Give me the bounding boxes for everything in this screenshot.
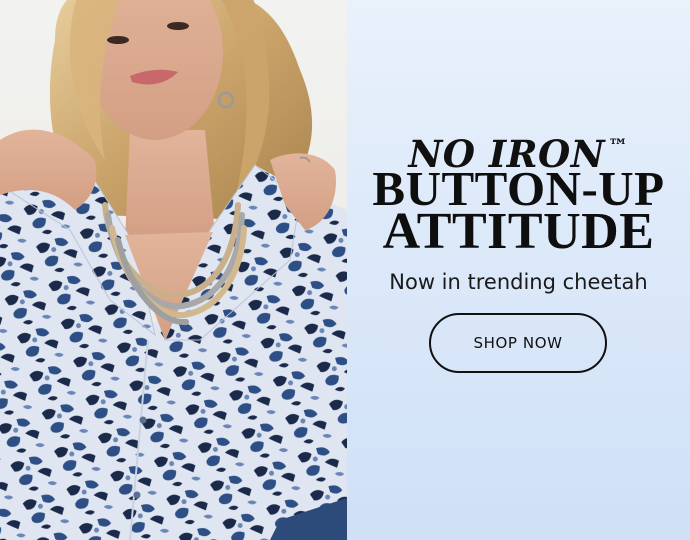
shop-now-button[interactable]: SHOP NOW: [429, 313, 607, 373]
promo-banner[interactable]: NO IRON ™ BUTTON-UP ATTITUDE Now in trend…: [0, 0, 690, 540]
subheadline: Now in trending cheetah: [389, 270, 648, 294]
promo-panel: NO IRON ™ BUTTON-UP ATTITUDE Now in trend…: [347, 0, 690, 540]
model-illustration: [0, 0, 347, 540]
model-photo: [0, 0, 347, 540]
headline-attitude: ATTITUDE: [382, 203, 655, 260]
trademark-symbol: ™: [608, 134, 629, 158]
